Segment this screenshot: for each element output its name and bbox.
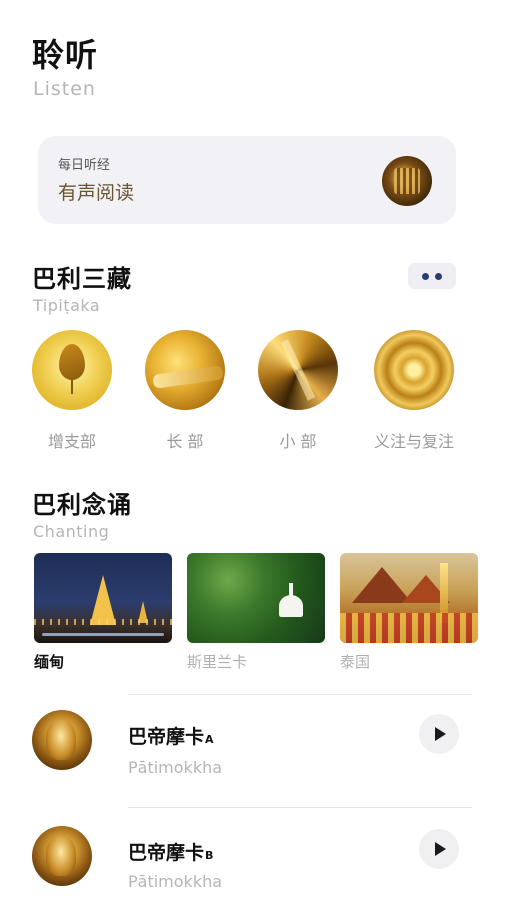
scripture-thumbnail-icon [382,156,432,206]
track-subtitle: Pātimokkha [128,758,223,777]
buddha-avatar-icon [32,710,92,770]
chanting-title: 巴利念诵 [32,491,132,519]
play-button[interactable] [419,829,459,869]
track-variant: A [205,733,214,746]
play-icon [435,842,446,856]
thailand-temple-image[interactable] [340,553,478,643]
page-subtitle: Listen [33,78,96,100]
track-title[interactable]: 巴帝摩卡A [128,722,214,749]
tipitaka-item-label[interactable]: 长 部 [130,428,240,452]
tipitaka-subtitle: Tipiṭaka [33,296,101,315]
region-tab-thailand[interactable]: 泰国 [340,651,370,672]
more-dots-icon [422,273,429,280]
golden-rays-icon[interactable] [258,330,338,410]
track-title[interactable]: 巴帝摩卡B [128,838,213,865]
daily-card-label: 每日听经 [58,158,111,173]
buddha-avatar-icon [32,826,92,886]
track-title-text: 巴帝摩卡 [128,726,205,748]
region-tab-sri-lanka[interactable]: 斯里兰卡 [187,651,247,672]
tipitaka-title: 巴利三藏 [32,265,132,293]
golden-ornament-icon[interactable] [374,330,454,410]
golden-buddha-icon[interactable] [145,330,225,410]
tipitaka-item-label[interactable]: 小 部 [243,428,353,452]
daily-card-title: 有声阅读 [58,182,135,204]
more-button[interactable] [408,263,456,289]
sri-lanka-stupa-image[interactable] [187,553,325,643]
track-subtitle: Pātimokkha [128,872,223,891]
track-title-text: 巴帝摩卡 [128,842,205,864]
bodhi-leaf-icon[interactable] [32,330,112,410]
tipitaka-item-label[interactable]: 义注与复注 [359,428,469,452]
divider [128,694,472,695]
daily-listening-card[interactable]: 每日听经 有声阅读 [38,136,456,224]
divider [128,807,472,808]
chanting-subtitle: Chanting [33,522,110,541]
play-button[interactable] [419,714,459,754]
track-variant: B [205,849,214,862]
tipitaka-item-label[interactable]: 增支部 [17,428,127,452]
selected-indicator [42,633,164,636]
page-title: 聆听 [32,36,99,74]
more-dots-icon [435,273,442,280]
play-icon [435,727,446,741]
region-tab-myanmar[interactable]: 缅甸 [34,651,64,672]
myanmar-pagoda-image[interactable] [34,553,172,643]
